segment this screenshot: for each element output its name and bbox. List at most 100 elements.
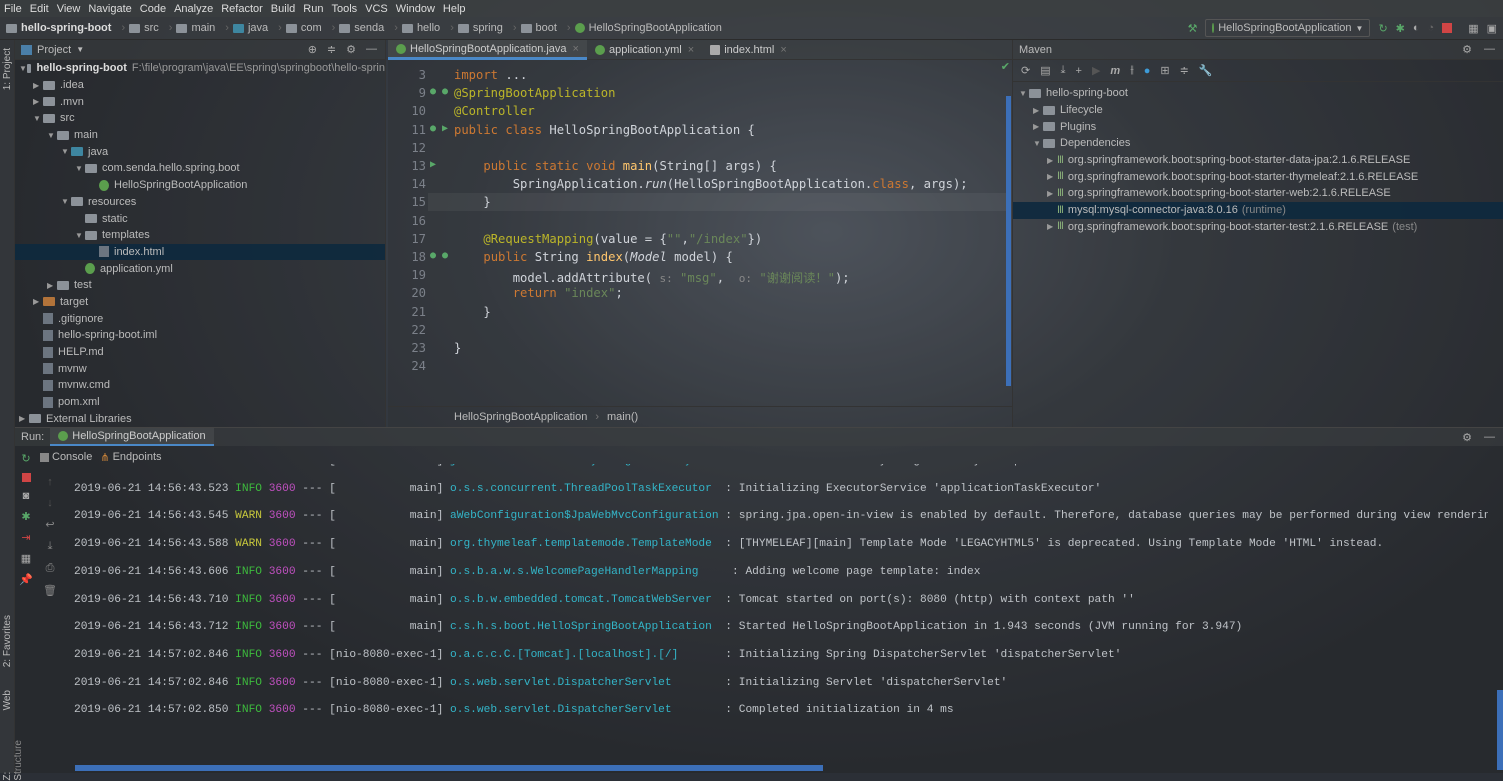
menu-run[interactable]: Run <box>303 3 323 15</box>
breadcrumb-item[interactable]: senda <box>339 22 384 34</box>
breadcrumb-item[interactable]: hello-spring-boot <box>6 22 111 34</box>
breadcrumb-item[interactable]: src <box>129 22 159 34</box>
tool-window-project[interactable]: 1: Project <box>2 48 13 90</box>
tree-item[interactable]: ▼ resources <box>15 194 385 211</box>
tree-item[interactable]: ▶ External Libraries <box>15 410 385 427</box>
editor-tab[interactable]: application.yml × <box>587 40 702 60</box>
profile-icon[interactable]: ◔ <box>1428 22 1435 34</box>
show-dependencies-icon[interactable]: ⊞ <box>1160 64 1169 77</box>
maven-tree-item[interactable]: ▶ Ⅲorg.springframework.boot:spring-boot-s… <box>1013 185 1503 202</box>
run-config-selector[interactable]: HelloSpringBootApplication ▼ <box>1205 19 1371 37</box>
menu-window[interactable]: Window <box>396 3 435 15</box>
tree-item[interactable]: mvnw.cmd <box>15 377 385 394</box>
chevron-down-icon[interactable]: ▼ <box>1019 89 1029 98</box>
chevron-right-icon[interactable]: ▶ <box>1047 222 1057 231</box>
run-icon[interactable]: ▶ <box>1092 64 1100 77</box>
debug-icon[interactable]: ✱ <box>1396 22 1405 35</box>
chevron-down-icon[interactable]: ▼ <box>76 45 84 54</box>
breadcrumb-class[interactable]: HelloSpringBootApplication <box>454 411 587 423</box>
chevron-right-icon[interactable]: ▶ <box>1047 172 1057 181</box>
run-gutter-icon[interactable]: ● ▶ <box>430 123 448 134</box>
tree-item[interactable]: ▼ templates <box>15 227 385 244</box>
tree-item[interactable]: pom.xml <box>15 394 385 411</box>
chevron-down-icon[interactable]: ▼ <box>61 147 71 156</box>
close-icon[interactable]: × <box>780 44 786 56</box>
chevron-right-icon[interactable]: ▶ <box>1033 122 1043 131</box>
chevron-down-icon[interactable]: ▼ <box>33 114 43 123</box>
chevron-down-icon[interactable]: ▼ <box>1033 139 1043 148</box>
breadcrumb-item[interactable]: boot <box>520 22 557 34</box>
maven-tree-item[interactable]: ▶ Lifecycle <box>1013 102 1503 119</box>
chevron-right-icon[interactable]: ▶ <box>1033 106 1043 115</box>
close-icon[interactable]: × <box>688 44 694 56</box>
chevron-right-icon[interactable]: ▶ <box>47 281 57 290</box>
maven-goal-icon[interactable]: m <box>1110 65 1120 77</box>
menu-vcs[interactable]: VCS <box>365 3 388 15</box>
stop-icon[interactable] <box>1442 23 1453 33</box>
menu-edit[interactable]: Edit <box>30 3 49 15</box>
collapse-all-icon[interactable]: ≑ <box>1180 64 1189 77</box>
tree-item[interactable]: application.yml <box>15 260 385 277</box>
breadcrumb-item[interactable]: spring <box>457 22 503 34</box>
tab-endpoints[interactable]: ⋔ Endpoints <box>100 451 161 464</box>
chevron-right-icon[interactable]: ▶ <box>33 97 43 106</box>
minimize-icon[interactable]: — <box>1484 431 1495 444</box>
breadcrumb-item[interactable]: HelloSpringBootApplication <box>574 22 722 34</box>
project-view-selector[interactable]: Project <box>37 44 71 56</box>
skip-tests-icon[interactable]: ● <box>1144 65 1151 77</box>
tree-item[interactable]: ▶ .idea <box>15 77 385 94</box>
menu-file[interactable]: File <box>4 3 22 15</box>
editor-tab[interactable]: HelloSpringBootApplication.java × <box>388 40 587 60</box>
build-hammer-icon[interactable]: ⚒ <box>1188 22 1198 35</box>
locate-icon[interactable]: ⊕ <box>308 43 317 56</box>
collapse-all-icon[interactable]: ≑ <box>327 43 336 56</box>
console-vertical-scrollbar[interactable] <box>1497 690 1503 770</box>
coverage-icon[interactable]: ◐ <box>1413 22 1420 34</box>
menu-code[interactable]: Code <box>140 3 166 15</box>
tree-item[interactable]: ▼ main <box>15 127 385 144</box>
menu-tools[interactable]: Tools <box>331 3 357 15</box>
code-area[interactable]: 3 import ... 9 @SpringBootApplication ● ● 10 @… <box>388 60 1012 400</box>
breadcrumb-item[interactable]: main <box>176 22 215 34</box>
chevron-down-icon[interactable]: ▼ <box>75 231 85 240</box>
tree-item[interactable]: ▼ com.senda.hello.spring.boot <box>15 160 385 177</box>
gear-icon[interactable]: ⚙ <box>1462 43 1472 56</box>
tree-item[interactable]: ▶ target <box>15 294 385 311</box>
menu-view[interactable]: View <box>57 3 81 15</box>
breadcrumb-item[interactable]: com <box>285 22 322 34</box>
tree-item[interactable]: ▼ hello-spring-boot F:\file\program\java\E… <box>15 60 385 77</box>
generate-sources-icon[interactable]: ▤ <box>1040 64 1050 77</box>
tree-item[interactable]: ▼ src <box>15 110 385 127</box>
maven-tree-item[interactable]: Ⅲmysql:mysql-connector-java:8.0.16 (runti… <box>1013 201 1503 219</box>
maven-tree-item[interactable]: ▼ hello-spring-boot <box>1013 85 1503 102</box>
tree-item[interactable]: hello-spring-boot.iml <box>15 327 385 344</box>
gear-icon[interactable]: ⚙ <box>1462 431 1472 444</box>
chevron-right-icon[interactable]: ▶ <box>19 414 29 423</box>
toggle-offline-icon[interactable]: ⫲ <box>1130 64 1134 77</box>
maven-tree-item[interactable]: ▶ Ⅲorg.springframework.boot:spring-boot-s… <box>1013 219 1503 236</box>
menu-navigate[interactable]: Navigate <box>88 3 131 15</box>
terminal-icon[interactable]: ▣ <box>1487 22 1497 35</box>
bean-gutter-icon[interactable]: ● ● <box>430 86 448 97</box>
chevron-down-icon[interactable]: ▼ <box>19 64 27 73</box>
chevron-right-icon[interactable]: ▶ <box>33 81 43 90</box>
breadcrumb-method[interactable]: main() <box>607 411 638 423</box>
menu-analyze[interactable]: Analyze <box>174 3 213 15</box>
tree-item[interactable]: mvnw <box>15 360 385 377</box>
console-horizontal-scrollbar[interactable] <box>75 765 823 771</box>
tree-item[interactable]: ▼ java <box>15 143 385 160</box>
tree-item[interactable]: HELP.md <box>15 344 385 361</box>
tree-item[interactable]: static <box>15 210 385 227</box>
editor-scrollbar[interactable] <box>1006 96 1011 386</box>
menu-help[interactable]: Help <box>443 3 466 15</box>
bean-gutter-icon[interactable]: ● ● <box>430 250 448 261</box>
maven-tree-item[interactable]: ▶ Ⅲorg.springframework.boot:spring-boot-s… <box>1013 168 1503 185</box>
run-gutter-icon[interactable]: ▶ <box>430 159 436 170</box>
gear-icon[interactable]: ⚙ <box>346 43 356 56</box>
rerun-icon[interactable]: ↻ <box>1378 22 1387 35</box>
chevron-right-icon[interactable]: ▶ <box>1047 189 1057 198</box>
minimize-icon[interactable]: — <box>366 43 377 56</box>
tree-item[interactable]: .gitignore <box>15 310 385 327</box>
chevron-right-icon[interactable]: ▶ <box>1047 156 1057 165</box>
reload-icon[interactable]: ⟳ <box>1021 64 1030 77</box>
